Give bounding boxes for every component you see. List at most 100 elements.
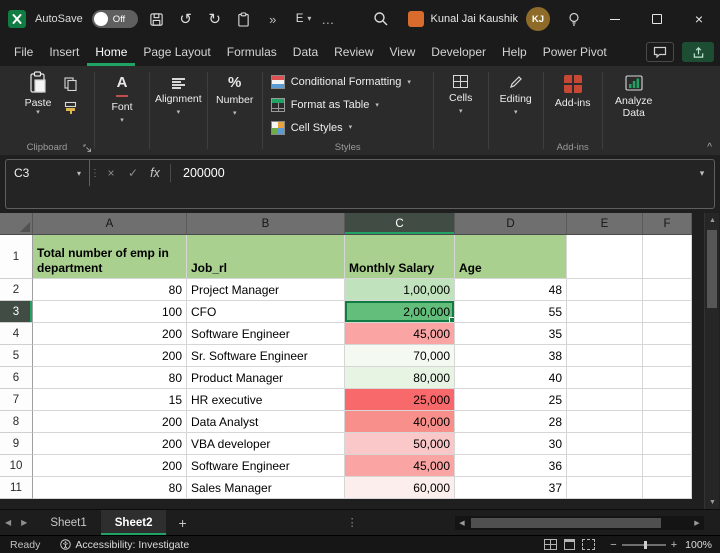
horizontal-scrollbar-thumb[interactable] [471, 518, 661, 528]
cell-E3[interactable] [567, 301, 643, 323]
user-name[interactable]: Kunal Jai Kaushik [431, 13, 518, 25]
workbook-title[interactable]: E ▾ … [296, 12, 336, 27]
cell-A9[interactable]: 200 [33, 433, 187, 455]
cell-A7[interactable]: 15 [33, 389, 187, 411]
cancel-entry-icon[interactable]: × [100, 160, 122, 186]
scroll-up-icon[interactable]: ▲ [705, 213, 720, 227]
next-sheet-icon[interactable]: ▶ [16, 518, 32, 527]
cell-F3[interactable] [643, 301, 692, 323]
formula-bar-grip[interactable]: ⋮ [90, 160, 100, 186]
confirm-entry-icon[interactable]: ✓ [122, 160, 144, 186]
cell-F2[interactable] [643, 279, 692, 301]
cell-E4[interactable] [567, 323, 643, 345]
orange-badge-icon[interactable] [408, 11, 424, 27]
cell-D2[interactable]: 48 [455, 279, 567, 301]
new-sheet-button[interactable]: + [166, 515, 198, 531]
collapse-ribbon-icon[interactable]: ^ [707, 142, 712, 153]
comments-button[interactable] [646, 42, 674, 62]
cell-C7[interactable]: 25,000 [345, 389, 455, 411]
cell-D5[interactable]: 38 [455, 345, 567, 367]
cell-E6[interactable] [567, 367, 643, 389]
fill-handle[interactable] [449, 317, 455, 323]
menu-view[interactable]: View [382, 38, 424, 66]
alignment-button[interactable]: Alignment ▾ [155, 71, 202, 116]
select-all-button[interactable] [0, 213, 33, 235]
menu-developer[interactable]: Developer [423, 38, 494, 66]
cell-C10[interactable]: 45,000 [345, 455, 455, 477]
menu-formulas[interactable]: Formulas [219, 38, 285, 66]
cell-B11[interactable]: Sales Manager [187, 477, 345, 499]
cell-B10[interactable]: Software Engineer [187, 455, 345, 477]
column-header-A[interactable]: A [33, 213, 187, 235]
cell-E8[interactable] [567, 411, 643, 433]
number-button[interactable]: % Number ▾ [213, 71, 257, 117]
column-header-B[interactable]: B [187, 213, 345, 235]
cell-A2[interactable]: 80 [33, 279, 187, 301]
menu-insert[interactable]: Insert [41, 38, 87, 66]
cell-A11[interactable]: 80 [33, 477, 187, 499]
cell-A6[interactable]: 80 [33, 367, 187, 389]
cell-D7[interactable]: 25 [455, 389, 567, 411]
formula-input[interactable]: 200000 [175, 160, 690, 186]
page-break-preview-icon[interactable] [582, 539, 595, 550]
name-box[interactable]: C3 ▾ [6, 160, 90, 186]
excel-logo-icon[interactable] [8, 10, 26, 28]
cell-B2[interactable]: Project Manager [187, 279, 345, 301]
paste-button[interactable]: Paste ▾ [17, 71, 59, 116]
horizontal-scrollbar[interactable]: ◀ ▶ [455, 516, 704, 530]
row-header-3[interactable]: 3 [0, 301, 33, 323]
cells-button[interactable]: Cells ▾ [439, 71, 483, 115]
cell-D4[interactable]: 35 [455, 323, 567, 345]
zoom-knob[interactable] [644, 541, 647, 549]
zoom-level[interactable]: 100% [685, 539, 712, 551]
menu-review[interactable]: Review [326, 38, 381, 66]
cell-D10[interactable]: 36 [455, 455, 567, 477]
row-header-2[interactable]: 2 [0, 279, 33, 301]
overflow-menu-icon[interactable]: … [321, 12, 335, 27]
cell-C9[interactable]: 50,000 [345, 433, 455, 455]
insert-function-button[interactable]: fx [144, 160, 166, 186]
row-header-9[interactable]: 9 [0, 433, 33, 455]
menu-file[interactable]: File [6, 38, 41, 66]
cell-D3[interactable]: 55 [455, 301, 567, 323]
format-as-table-button[interactable]: Format as Table ▾ [271, 94, 379, 117]
font-button[interactable]: A Font ▾ [100, 71, 144, 124]
cell-F7[interactable] [643, 389, 692, 411]
row-header-1[interactable]: 1 [0, 235, 33, 279]
row-header-4[interactable]: 4 [0, 323, 33, 345]
conditional-formatting-button[interactable]: Conditional Formatting ▾ [271, 71, 411, 94]
cell-F11[interactable] [643, 477, 692, 499]
zoom-out-icon[interactable]: − [610, 539, 616, 551]
cell-D9[interactable]: 30 [455, 433, 567, 455]
cell-D1[interactable]: Age [455, 235, 567, 279]
cell-D8[interactable]: 28 [455, 411, 567, 433]
scroll-right-icon[interactable]: ▶ [690, 519, 704, 527]
column-header-F[interactable]: F [643, 213, 692, 235]
cell-C3[interactable]: 2,00,000 [345, 301, 455, 323]
row-header-8[interactable]: 8 [0, 411, 33, 433]
clipboard-dialog-launcher-icon[interactable] [83, 144, 92, 153]
cell-B7[interactable]: HR executive [187, 389, 345, 411]
column-header-D[interactable]: D [455, 213, 567, 235]
cell-C1[interactable]: Monthly Salary [345, 235, 455, 279]
cell-E10[interactable] [567, 455, 643, 477]
tab-overflow-icon[interactable]: ⋮ [347, 516, 358, 529]
format-painter-icon[interactable] [64, 101, 77, 115]
clipboard-icon[interactable] [234, 7, 254, 31]
share-button[interactable] [682, 42, 714, 62]
autosave-toggle[interactable]: Off [92, 10, 138, 28]
cell-C4[interactable]: 45,000 [345, 323, 455, 345]
row-header-11[interactable]: 11 [0, 477, 33, 499]
minimize-button[interactable] [594, 0, 636, 38]
cell-B1[interactable]: Job_rl [187, 235, 345, 279]
cell-B9[interactable]: VBA developer [187, 433, 345, 455]
cell-F8[interactable] [643, 411, 692, 433]
cell-D6[interactable]: 40 [455, 367, 567, 389]
cell-B8[interactable]: Data Analyst [187, 411, 345, 433]
row-header-6[interactable]: 6 [0, 367, 33, 389]
cell-E1[interactable] [567, 235, 643, 279]
cell-F10[interactable] [643, 455, 692, 477]
cell-C2[interactable]: 1,00,000 [345, 279, 455, 301]
cell-A5[interactable]: 200 [33, 345, 187, 367]
cell-A8[interactable]: 200 [33, 411, 187, 433]
